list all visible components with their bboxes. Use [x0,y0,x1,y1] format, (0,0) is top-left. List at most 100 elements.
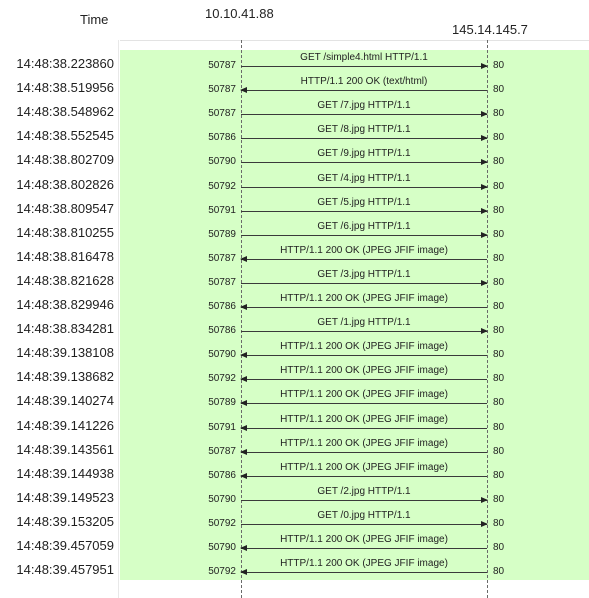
flow-row[interactable]: 14:48:38.810255 50789 GET /6.jpg HTTP/1.1 8… [0,221,589,245]
row-destination-port: 80 [493,276,505,288]
row-destination-port: 80 [493,517,505,529]
arrow-shaft [241,403,487,405]
flow-row[interactable]: 14:48:39.140274 50789 HTTP/1.1 200 OK (JPE… [0,389,589,413]
row-destination-port: 80 [493,204,505,216]
row-message-label: GET /4.jpg HTTP/1.1 [317,172,411,184]
row-time: 14:48:38.548962 [16,104,114,120]
arrow-head [481,496,488,503]
row-message-label: HTTP/1.1 200 OK (JPEG JFIF image) [280,365,448,377]
flow-row[interactable]: 14:48:38.809547 50791 GET /5.jpg HTTP/1.1 8… [0,197,589,221]
row-time: 14:48:38.552545 [16,128,114,144]
arrow-shaft [241,114,487,116]
row-destination-port: 80 [493,493,505,505]
row-message-label: HTTP/1.1 200 OK (JPEG JFIF image) [280,558,448,570]
arrow-shaft [241,355,487,357]
row-time: 14:48:39.143561 [16,441,114,457]
arrow-head [481,111,488,118]
arrow-head [240,448,247,455]
row-source-port: 50787 [208,445,236,457]
row-source-port: 50791 [208,204,236,216]
row-destination-port: 80 [493,373,505,385]
header-divider [120,40,589,41]
arrow-shaft [241,90,487,92]
row-source-port: 50786 [208,301,236,312]
row-time: 14:48:39.138108 [16,345,114,361]
row-destination-port: 80 [493,397,505,409]
arrow-head [240,545,247,551]
flow-row[interactable]: 14:48:38.552545 50786 GET /8.jpg HTTP/1.1 8… [0,124,589,148]
flow-row[interactable]: 14:48:38.519956 50787 HTTP/1.1 200 OK (tex… [0,76,589,100]
arrow-shaft [241,210,487,212]
arrow-shaft [241,162,487,164]
row-message-label: GET /7.jpg HTTP/1.1 [317,100,411,112]
arrow-head [481,279,488,286]
flow-row[interactable]: 14:48:38.802709 50790 GET /9.jpg HTTP/1.1 8… [0,148,589,172]
arrow-head [481,135,488,142]
row-source-port: 50790 [208,156,236,168]
flow-row[interactable]: 14:48:38.816478 50787 HTTP/1.1 200 OK (JPE… [0,245,589,269]
arrow-head [240,569,247,576]
row-time: 14:48:39.140274 [16,393,114,409]
flow-row[interactable]: 14:48:38.821628 50787 GET /3.jpg HTTP/1.1 8… [0,269,589,293]
row-time: 14:48:39.153205 [16,513,114,529]
row-destination-port: 80 [493,349,505,361]
arrow-head [481,159,488,166]
flow-row[interactable]: 14:48:39.153205 50792 GET /0.jpg HTTP/1.1 8… [0,510,589,534]
arrow-head [481,183,488,190]
row-source-port: 50786 [208,132,236,144]
flow-row[interactable]: 14:48:38.802826 50792 GET /4.jpg HTTP/1.1 8… [0,173,589,197]
flow-row[interactable]: 14:48:38.834281 50786 GET /1.jpg HTTP/1.1 8… [0,317,589,341]
flow-row[interactable]: 14:48:38.829946 50786 HTTP/1.1 200 OK (JPE… [0,293,589,317]
arrow-head [240,400,247,407]
row-destination-port: 80 [493,84,505,96]
row-message-label: HTTP/1.1 200 OK (JPEG JFIF image) [280,437,448,449]
arrow-head [240,376,247,383]
row-message-label: HTTP/1.1 200 OK (JPEG JFIF image) [280,244,448,256]
row-message-label: GET /1.jpg HTTP/1.1 [317,317,411,329]
row-source-port: 50789 [208,397,236,409]
row-source-port: 50786 [208,469,236,481]
flow-row[interactable]: 14:48:39.457059 50790 HTTP/1.1 200 OK (JPE… [0,534,589,558]
flow-row[interactable]: 14:48:39.138108 50790 HTTP/1.1 200 OK (JPE… [0,341,589,365]
row-source-port: 50787 [208,108,236,120]
arrow-head [240,424,247,431]
row-message-label: GET /9.jpg HTTP/1.1 [317,148,411,160]
arrow-shaft [241,66,487,67]
flow-row[interactable]: 14:48:39.457951 50792 HTTP/1.1 200 OK (JPE… [0,558,589,582]
row-source-port: 50791 [208,421,236,433]
row-source-port: 50787 [208,252,236,264]
row-time: 14:48:38.519956 [16,80,114,96]
row-destination-port: 80 [493,108,505,120]
row-message-label: GET /simple4.html HTTP/1.1 [300,52,428,63]
arrow-head [481,520,488,527]
flow-row[interactable]: 14:48:39.141226 50791 HTTP/1.1 200 OK (JPE… [0,414,589,438]
arrow-head [240,87,247,94]
arrow-shaft [241,282,487,284]
flow-row[interactable]: 14:48:38.548962 50787 GET /7.jpg HTTP/1.1 8… [0,100,589,124]
row-source-port: 50787 [208,276,236,288]
flow-row[interactable]: 14:48:39.138682 50792 HTTP/1.1 200 OK (JPE… [0,365,589,389]
row-message-label: GET /0.jpg HTTP/1.1 [317,509,411,521]
row-source-port: 50790 [208,493,236,505]
arrow-shaft [241,258,487,260]
flow-row[interactable]: 14:48:39.149523 50790 GET /2.jpg HTTP/1.1 8… [0,486,589,510]
flow-row[interactable]: 14:48:39.143561 50787 HTTP/1.1 200 OK (JPE… [0,438,589,462]
row-message-label: GET /2.jpg HTTP/1.1 [317,485,411,497]
arrow-shaft [241,523,487,525]
row-time: 14:48:38.223860 [16,56,114,71]
row-source-port: 50792 [208,180,236,192]
row-time: 14:48:38.834281 [16,321,114,337]
arrow-shaft [241,234,487,236]
row-source-port: 50786 [208,325,236,337]
flow-row[interactable]: 14:48:39.144938 50786 HTTP/1.1 200 OK (JPE… [0,462,589,486]
row-message-label: HTTP/1.1 200 OK (JPEG JFIF image) [280,293,448,304]
row-time: 14:48:38.816478 [16,248,114,264]
arrow-shaft [241,138,487,140]
arrow-head [240,472,247,479]
flow-row[interactable]: 14:48:38.223860 50787 GET /simple4.html HT… [0,52,589,76]
row-time: 14:48:38.821628 [16,272,114,288]
arrow-shaft [241,548,487,549]
row-source-port: 50790 [208,349,236,361]
row-destination-port: 80 [493,228,505,240]
row-source-port: 50792 [208,517,236,529]
